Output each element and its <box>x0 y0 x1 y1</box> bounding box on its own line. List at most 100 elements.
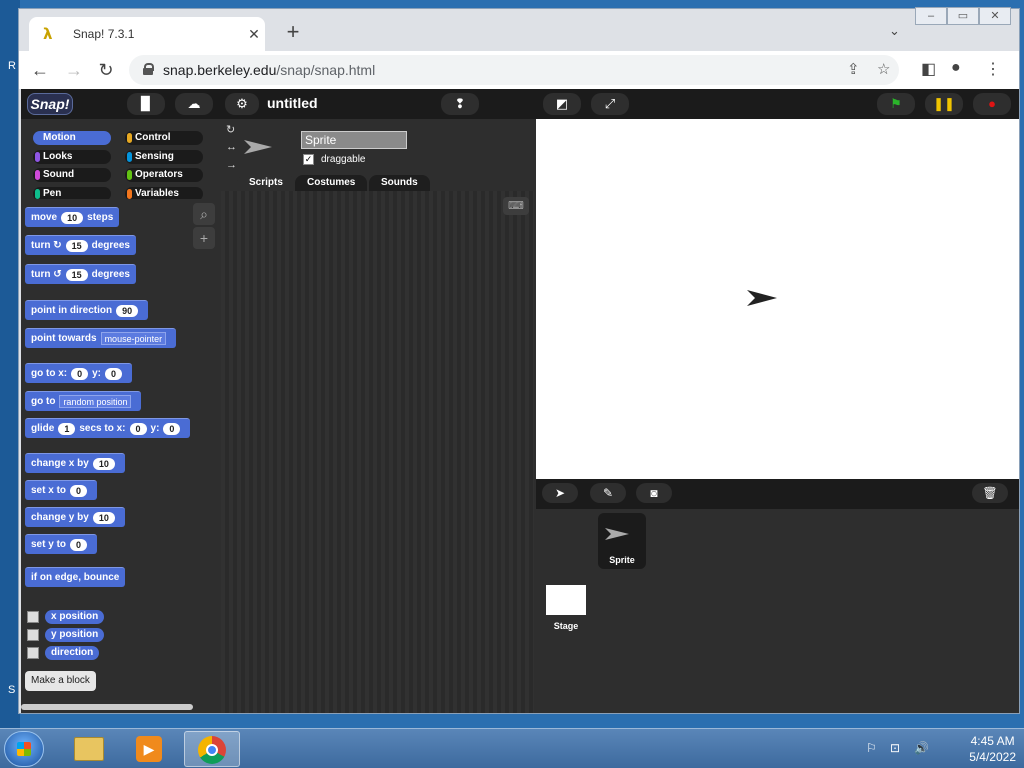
lambda-icon: λ <box>43 25 53 43</box>
block-set-y[interactable]: set y to 0 <box>25 534 98 554</box>
tab-costumes[interactable]: Costumes <box>295 175 368 191</box>
sprite-thumb-label: Sprite <box>609 555 635 565</box>
green-flag-icon[interactable]: ⚑ <box>877 93 915 115</box>
close-tab-icon[interactable]: ✕ <box>243 26 265 43</box>
start-button[interactable] <box>4 731 44 767</box>
block-move[interactable]: move 10 steps <box>25 207 120 227</box>
clock-date: 5/4/2022 <box>969 750 1016 764</box>
tab-title: Snap! 7.3.1 <box>73 27 135 41</box>
back-arrow-icon[interactable]: ← <box>29 59 51 81</box>
block-go-to-xy[interactable]: go to x: 0 y: 0 <box>25 363 133 383</box>
palette-scrollbar[interactable] <box>21 704 193 710</box>
sprite-name-field[interactable]: Sprite <box>301 131 407 149</box>
trash-icon[interactable]: 🗑 <box>972 483 1008 503</box>
category-selector: Motion Looks Sound Pen Control Sensing O… <box>21 119 219 201</box>
rotation-none-icon[interactable]: → <box>226 159 237 171</box>
rotation-left-right-icon[interactable]: ↔ <box>226 141 237 153</box>
block-set-x[interactable]: set x to 0 <box>25 480 98 500</box>
category-motion[interactable]: Motion <box>33 131 111 145</box>
snap-top-bar: Snap! ▉ ☁ ⚙ untitled ❢ ◩ ⤢ ⚑ ❚❚ ● <box>21 89 1019 119</box>
stop-icon[interactable]: ● <box>973 93 1011 115</box>
keyboard-entry-icon[interactable]: ⌨ <box>503 197 529 215</box>
block-if-on-edge-bounce[interactable]: if on edge, bounce <box>25 567 126 587</box>
tab-sounds[interactable]: Sounds <box>369 175 430 191</box>
sprite-thumb-icon <box>605 528 629 540</box>
stage-size-toggle-icon[interactable]: ◩ <box>543 93 581 115</box>
block-point-in-direction[interactable]: point in direction 90 <box>25 300 149 320</box>
checkbox-x-position[interactable] <box>27 611 39 623</box>
file-menu-button[interactable]: ▉ <box>127 93 165 115</box>
lock-icon <box>143 63 154 75</box>
project-title: untitled <box>267 95 318 111</box>
rotation-any-icon[interactable]: ↻ <box>226 123 235 136</box>
profile-avatar-icon[interactable]: ● <box>951 59 961 77</box>
block-change-x[interactable]: change x by 10 <box>25 453 125 473</box>
snap-logo[interactable]: Snap! <box>27 93 73 115</box>
block-point-towards[interactable]: point towards mouse-pointer <box>25 328 177 348</box>
category-sound[interactable]: Sound <box>33 168 111 182</box>
cloud-menu-button[interactable]: ☁ <box>175 93 213 115</box>
share-icon[interactable]: ⇪ <box>847 60 860 78</box>
reload-icon[interactable]: ↻ <box>95 59 117 81</box>
forward-arrow-icon[interactable]: → <box>63 59 85 81</box>
checkbox-direction[interactable] <box>27 647 39 659</box>
block-palette: ⌕ + move 10 steps turn ↻ 15 degrees turn ↺ 15… <box>21 199 219 713</box>
stage[interactable] <box>536 119 1019 479</box>
sprite-thumbnail[interactable]: Sprite <box>598 513 646 569</box>
browser-toolbar: ← → ↻ snap.berkeley.edu/snap/snap.html ⇪… <box>19 51 1019 89</box>
browser-titlebar: λ Snap! 7.3.1 ✕ + ⌄ – ▭ ✕ <box>19 7 1019 51</box>
clock-time: 4:45 AM <box>970 734 1015 748</box>
add-block-icon[interactable]: + <box>193 227 215 249</box>
pause-icon[interactable]: ❚❚ <box>925 93 963 115</box>
block-glide[interactable]: glide 1 secs to x: 0 y: 0 <box>25 418 191 438</box>
scripts-area[interactable]: ⌨ <box>221 191 534 713</box>
address-bar[interactable]: snap.berkeley.edu/snap/snap.html ⇪ ☆ <box>129 55 899 85</box>
media-player-icon[interactable]: ▶ <box>122 731 178 767</box>
close-window-button[interactable]: ✕ <box>979 7 1011 25</box>
restore-button[interactable]: ▭ <box>947 7 979 25</box>
footprints-icon[interactable]: ❢ <box>441 93 479 115</box>
category-looks[interactable]: Looks <box>33 150 111 164</box>
side-panel-icon[interactable]: ◧ <box>921 59 936 79</box>
tab-scripts[interactable]: Scripts <box>237 175 295 191</box>
desktop-edge-text: S <box>8 684 16 696</box>
bookmark-star-icon[interactable]: ☆ <box>877 60 890 78</box>
fullscreen-icon[interactable]: ⤢ <box>591 93 629 115</box>
camera-icon[interactable]: ◙ <box>636 483 672 503</box>
block-turn-counterclockwise[interactable]: turn ↺ 15 degrees <box>25 264 136 284</box>
draggable-label: draggable <box>321 154 366 165</box>
stage-thumbnail[interactable] <box>546 585 586 615</box>
reporter-x-position[interactable]: x position <box>45 610 105 624</box>
reporter-y-position[interactable]: y position <box>45 628 105 642</box>
stage-thumb-label: Stage <box>553 621 579 631</box>
window-controls: – ▭ ✕ <box>915 7 1011 25</box>
reporter-direction[interactable]: direction <box>45 646 100 660</box>
file-explorer-icon[interactable] <box>62 731 118 767</box>
clock[interactable]: 4:45 AM 5/4/2022 <box>969 733 1016 765</box>
sprite-on-stage[interactable] <box>746 289 778 307</box>
category-control[interactable]: Control <box>125 131 203 145</box>
action-center-flag-icon[interactable]: ⚐ <box>866 741 877 755</box>
volume-icon[interactable]: 🔊 <box>914 741 929 755</box>
sprite-corral: Sprite Stage <box>536 509 1019 713</box>
block-change-y[interactable]: change y by 10 <box>25 507 125 527</box>
category-operators[interactable]: Operators <box>125 168 203 182</box>
browser-tab[interactable]: λ Snap! 7.3.1 ✕ <box>29 17 265 51</box>
block-go-to[interactable]: go to random position <box>25 391 142 411</box>
make-a-block-button[interactable]: Make a block <box>25 671 96 691</box>
sprite-arrow-icon <box>244 140 272 154</box>
minimize-button[interactable]: – <box>915 7 947 25</box>
kebab-menu-icon[interactable]: ⋮ <box>985 59 1001 79</box>
checkbox-y-position[interactable] <box>27 629 39 641</box>
new-tab-button[interactable]: + <box>281 21 305 45</box>
search-blocks-icon[interactable]: ⌕ <box>193 203 215 225</box>
chrome-taskbar-icon[interactable] <box>184 731 240 767</box>
paint-brush-icon[interactable]: ✎ <box>590 483 626 503</box>
category-sensing[interactable]: Sensing <box>125 150 203 164</box>
settings-gear-icon[interactable]: ⚙ <box>225 93 259 115</box>
network-icon[interactable]: ⊡ <box>890 741 900 755</box>
draggable-checkbox[interactable]: ✓ <box>303 154 314 165</box>
add-turtle-sprite-icon[interactable]: ➤ <box>542 483 578 503</box>
block-turn-clockwise[interactable]: turn ↻ 15 degrees <box>25 235 136 255</box>
tab-search-chevron-icon[interactable]: ⌄ <box>889 23 900 39</box>
